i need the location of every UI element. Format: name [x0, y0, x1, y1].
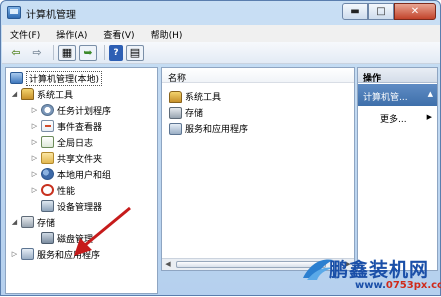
window: 计算机管理 ▬ □ ✕ 文件(F) 操作(A) 查看(V) 帮助(H) ⇦ ⇨ … [0, 0, 441, 296]
collapse-arrow-icon[interactable]: ◢ [10, 218, 19, 226]
tree-item-computer-management[interactable]: 计算机管理(本地) [8, 70, 103, 86]
properties-icon[interactable]: ▤ [126, 44, 144, 61]
tree-item-label: 性能 [57, 186, 76, 197]
collapse-triangle-icon[interactable]: ▲ [428, 90, 433, 98]
actions-section-label: 计算机管... [363, 93, 408, 103]
disk-icon [41, 232, 54, 244]
menu-bar: 文件(F) 操作(A) 查看(V) 帮助(H) [2, 25, 440, 42]
help-icon[interactable]: ? [109, 44, 123, 61]
scroll-left-icon[interactable]: ◀ [163, 260, 173, 269]
list-item[interactable]: 系统工具 [167, 89, 221, 104]
actions-section-computer-management[interactable]: 计算机管... ▲ [358, 84, 437, 106]
device-manager-icon [41, 200, 54, 212]
tools-icon [169, 90, 182, 103]
event-viewer-icon [41, 120, 54, 132]
back-icon[interactable]: ⇦ [7, 45, 25, 61]
tools-icon [21, 88, 34, 100]
tree-item-label: 计算机管理(本地) [26, 70, 103, 86]
close-button[interactable]: ✕ [394, 3, 436, 20]
actions-header: 操作 [358, 68, 437, 84]
computer-icon [10, 72, 23, 84]
collapse-arrow-icon[interactable]: ◢ [10, 90, 19, 98]
menu-view[interactable]: 查看(V) [95, 25, 142, 42]
tree-item-label: 全局日志 [57, 138, 94, 149]
more-actions-link[interactable]: 更多... [380, 112, 407, 125]
tree-item-event-viewer[interactable]: ▷ 事件查看器 [30, 118, 102, 134]
menu-action[interactable]: 操作(A) [48, 25, 95, 42]
menu-file[interactable]: 文件(F) [2, 25, 48, 42]
content-pane[interactable]: 名称 系统工具 存储 服务和应用程序 ◀ ▶ [161, 67, 355, 271]
list-item[interactable]: 服务和应用程序 [167, 121, 248, 136]
watermark-brand: 鹏鑫装机网 [329, 259, 430, 281]
tree-item-label: 存储 [37, 218, 56, 229]
toolbar-separator [53, 45, 54, 60]
window-title: 计算机管理 [26, 10, 76, 21]
expand-arrow-icon[interactable]: ▷ [30, 106, 39, 114]
tree-item-local-users[interactable]: ▷ 本地用户和组 [30, 166, 111, 182]
expand-arrow-icon[interactable]: ▷ [10, 250, 19, 258]
list-item-label: 存储 [185, 109, 204, 119]
tree-item-system-tools[interactable]: ◢ 系统工具 [10, 86, 73, 102]
toolbar: ⇦ ⇨ ▦ ➥ ? ▤ [2, 42, 440, 64]
expand-arrow-icon[interactable]: ▷ [30, 186, 39, 194]
watermark-url-main: 0753px.com [385, 280, 441, 291]
toolbar-separator [104, 45, 105, 60]
clock-icon [41, 104, 54, 116]
expand-arrow-icon[interactable]: ▷ [30, 138, 39, 146]
submenu-arrow-icon: ▶ [426, 113, 432, 121]
minimize-button[interactable]: ▬ [342, 3, 368, 20]
list-item-label: 系统工具 [185, 93, 222, 103]
red-arrow-annotation [74, 206, 131, 256]
expand-arrow-icon[interactable]: ▷ [30, 170, 39, 178]
navigation-tree-pane[interactable]: 计算机管理(本地) ◢ 系统工具 ▷ 任务计划程序 ▷ 事件查看器 ▷ 全局日志 [5, 67, 158, 294]
expand-arrow-icon[interactable]: ▷ [30, 154, 39, 162]
tree-item-label: 事件查看器 [57, 122, 103, 133]
maximize-button[interactable]: □ [368, 3, 394, 20]
actions-pane: 操作 计算机管... ▲ 更多... ▶ [357, 67, 438, 271]
users-icon [41, 168, 54, 180]
tree-item-label: 任务计划程序 [57, 106, 112, 117]
watermark-url: www.0753px.com [355, 280, 441, 291]
computer-management-icon [7, 6, 21, 19]
title-bar[interactable]: 计算机管理 ▬ □ ✕ [1, 1, 440, 25]
menu-help[interactable]: 帮助(H) [143, 25, 191, 42]
services-icon [169, 122, 182, 135]
forward-icon[interactable]: ⇨ [28, 45, 46, 61]
folder-icon [41, 152, 54, 164]
performance-icon [41, 136, 54, 148]
tree-item-label: 共享文件夹 [57, 154, 103, 165]
watermark: 鹏鑫装机网 www.0753px.com [301, 254, 441, 297]
tree-item-storage[interactable]: ◢ 存储 [10, 214, 55, 230]
list-item[interactable]: 存储 [167, 105, 203, 120]
expand-arrow-icon[interactable]: ▷ [30, 122, 39, 130]
tree-item-label: 本地用户和组 [57, 170, 112, 181]
list-item-label: 服务和应用程序 [185, 125, 249, 135]
storage-icon [169, 106, 182, 119]
tree-item-label: 系统工具 [37, 90, 74, 101]
export-list-icon[interactable]: ➥ [79, 44, 97, 61]
column-header-name[interactable]: 名称 [162, 68, 354, 84]
watermark-url-prefix: www. [355, 280, 386, 291]
tree-item-shared-folders[interactable]: ▷ 共享文件夹 [30, 150, 102, 166]
services-icon [21, 248, 34, 260]
tree-item-global-log[interactable]: ▷ 全局日志 [30, 134, 93, 150]
caption-buttons: ▬ □ ✕ [342, 3, 436, 20]
storage-icon [21, 216, 34, 228]
performance-block-icon [41, 184, 54, 196]
tree-item-performance[interactable]: ▷ 性能 [30, 182, 75, 198]
tree-item-task-scheduler[interactable]: ▷ 任务计划程序 [30, 102, 111, 118]
show-hide-tree-icon[interactable]: ▦ [58, 44, 76, 61]
